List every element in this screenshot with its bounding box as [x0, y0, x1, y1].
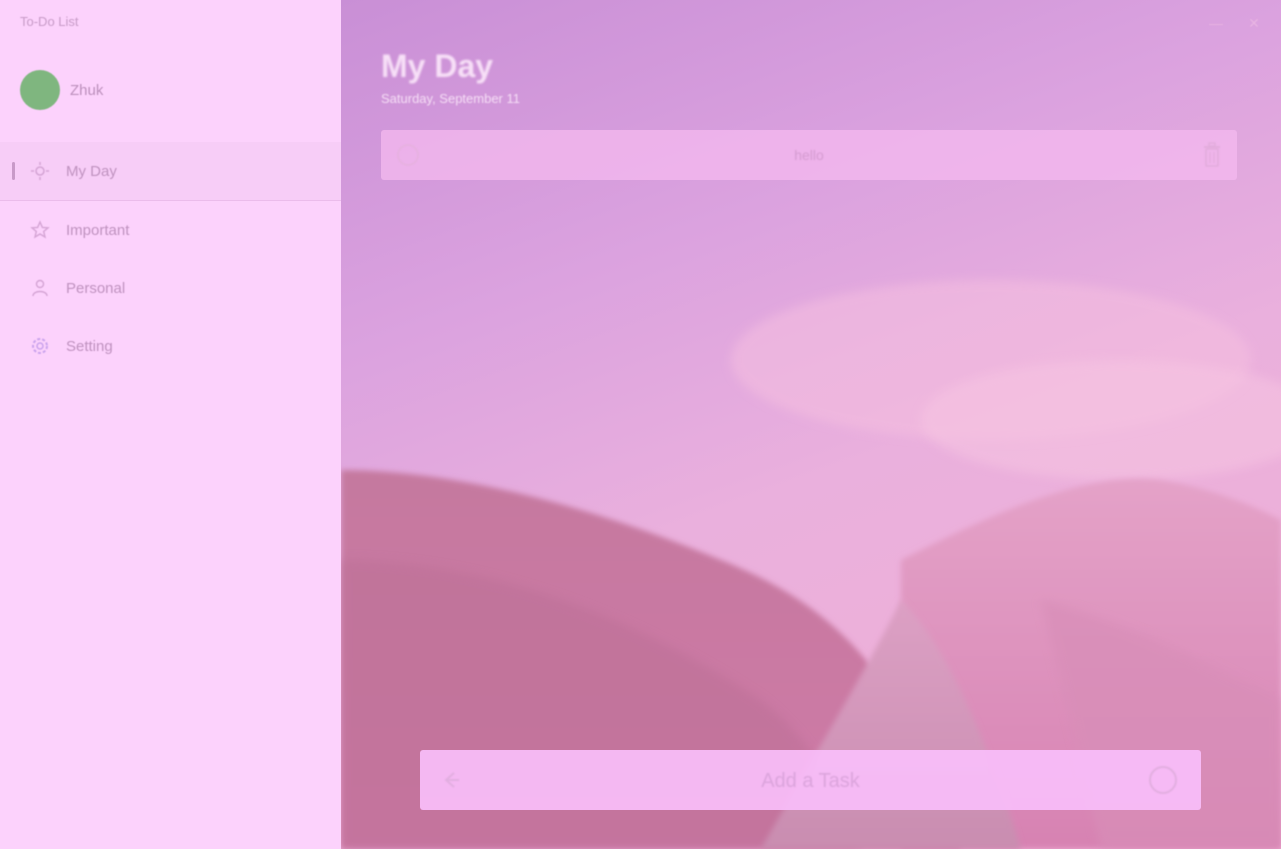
star-icon [30, 220, 50, 240]
add-task-bar [420, 750, 1201, 812]
add-task-submit-button[interactable] [1149, 766, 1177, 794]
main-panel: — ✕ My Day Saturday, September 11 hello [341, 0, 1281, 849]
sun-icon [30, 161, 50, 181]
sidebar-nav: My Day Important Personal Setting [0, 142, 341, 375]
minimize-button[interactable]: — [1207, 14, 1225, 32]
app-window: To-Do List Zhuk My Day Important Persona… [0, 0, 1281, 849]
task-item[interactable]: hello [381, 130, 1237, 180]
gear-icon [30, 336, 50, 356]
person-icon [30, 278, 50, 298]
task-text: hello [794, 147, 824, 163]
sidebar-item-personal[interactable]: Personal [0, 259, 341, 317]
sidebar-item-label: Setting [66, 337, 113, 355]
sidebar-item-important[interactable]: Important [0, 201, 341, 259]
add-task-input[interactable] [480, 750, 1141, 812]
sidebar-item-label: Important [66, 221, 130, 239]
sidebar-item-my-day[interactable]: My Day [0, 142, 341, 201]
page-title: My Day [381, 48, 494, 84]
background-landscape [341, 280, 1281, 849]
sidebar: To-Do List Zhuk My Day Important Persona… [0, 0, 341, 849]
profile-name: Zhuk [70, 81, 104, 99]
page-date: Saturday, September 11 [381, 91, 520, 106]
close-button[interactable]: ✕ [1245, 14, 1263, 32]
sidebar-item-label: Personal [66, 279, 126, 297]
avatar [20, 70, 60, 110]
page-header: My Day Saturday, September 11 [381, 48, 520, 106]
arrow-left-icon[interactable] [440, 769, 462, 791]
app-title: To-Do List [20, 14, 79, 29]
sidebar-item-label: My Day [66, 162, 117, 180]
trash-icon[interactable] [1201, 142, 1223, 168]
sidebar-item-setting[interactable]: Setting [0, 317, 341, 375]
profile[interactable]: Zhuk [20, 70, 103, 110]
active-indicator [12, 162, 15, 180]
